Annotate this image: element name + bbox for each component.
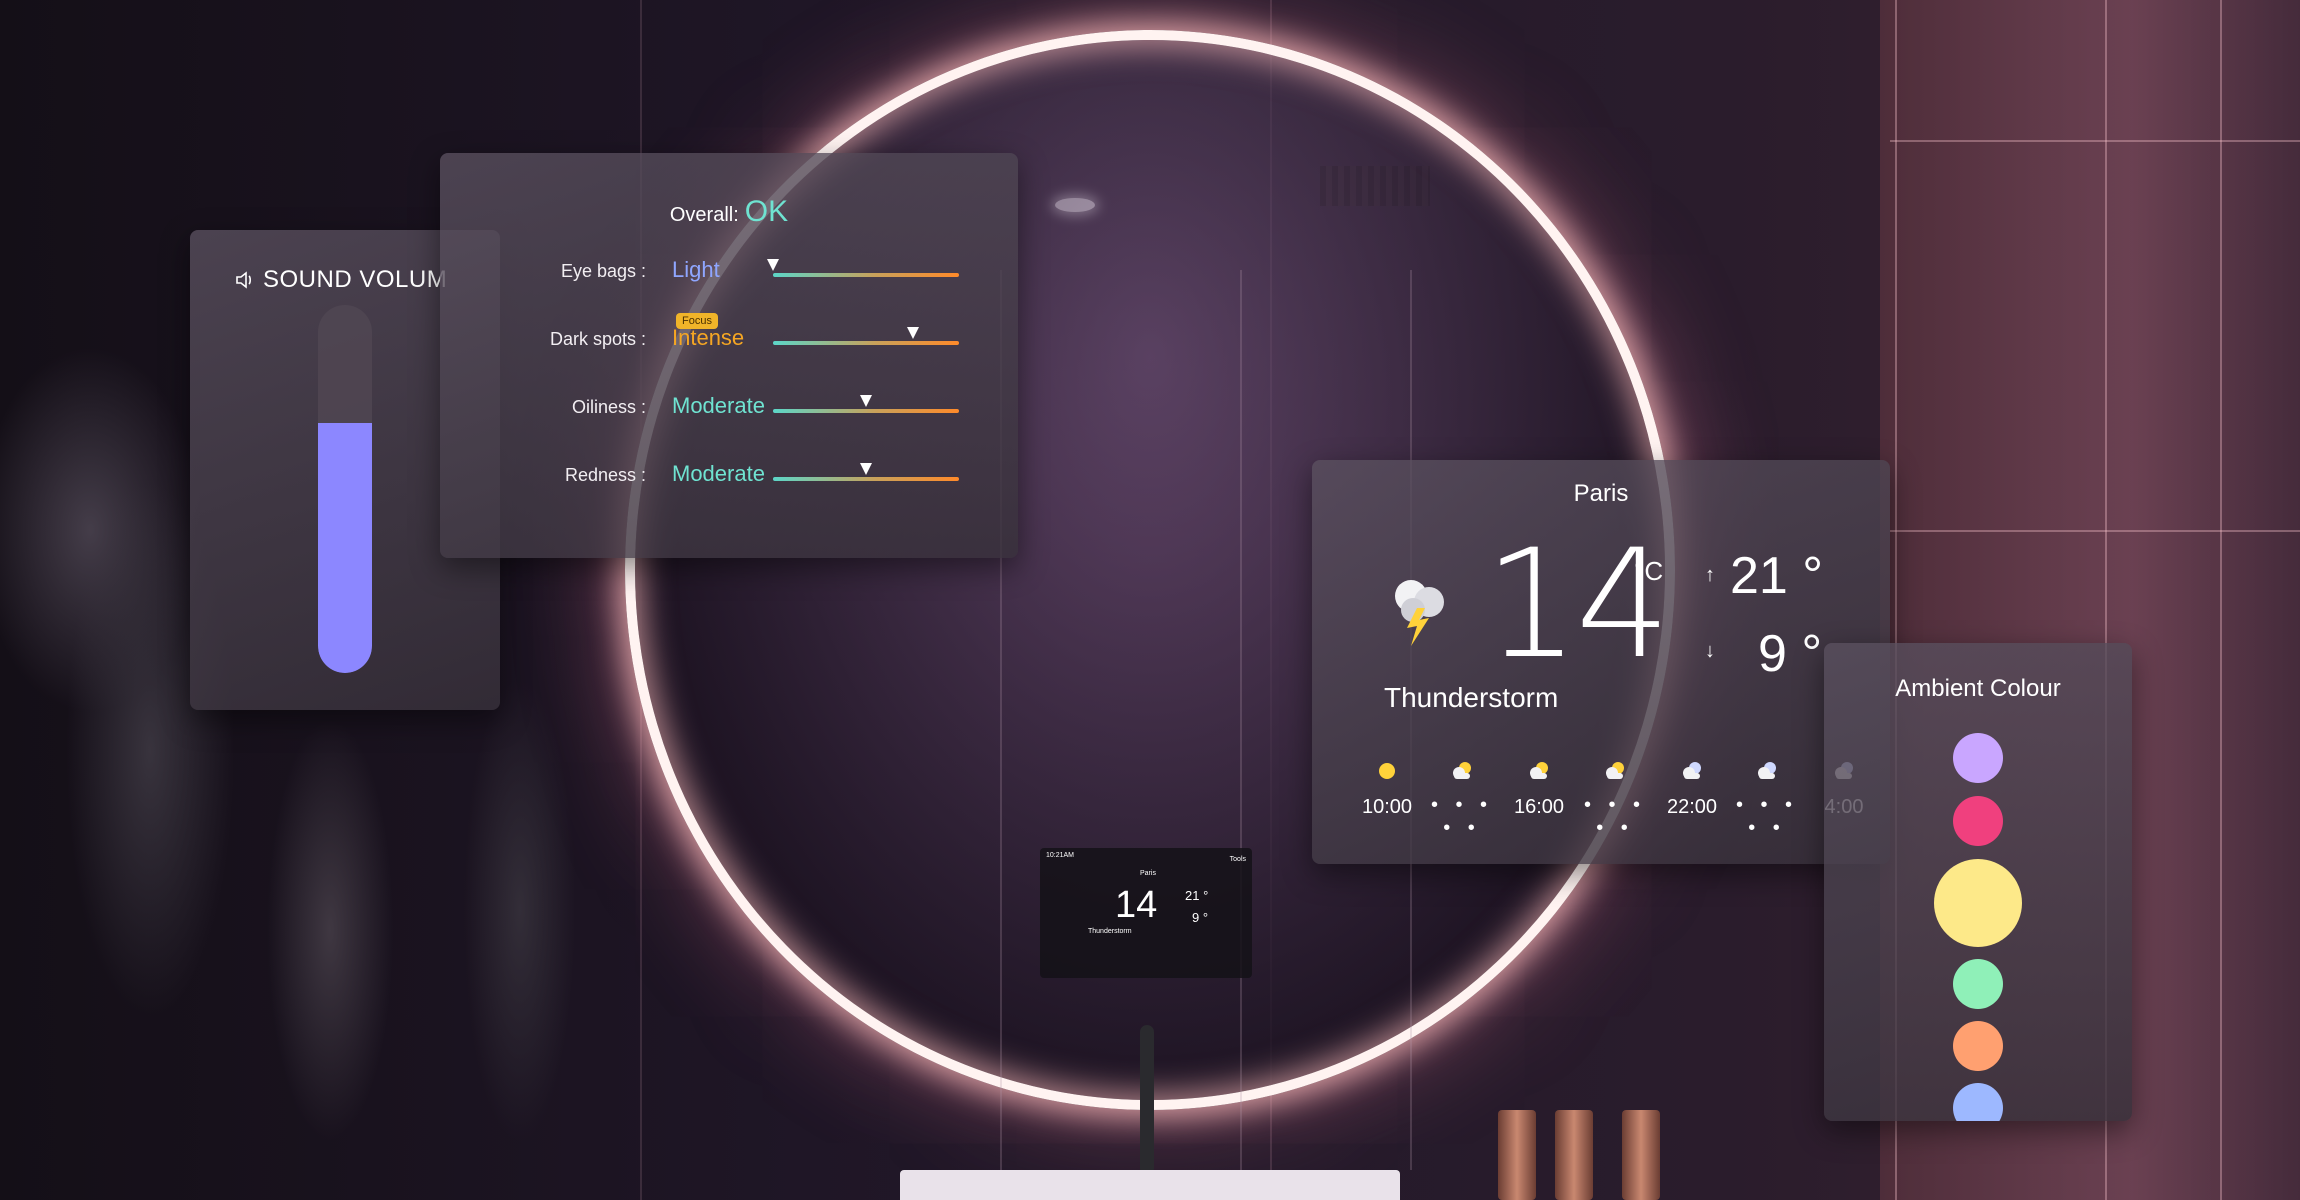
tile-line (2220, 0, 2222, 1200)
arrow-up-icon: ↑ (1705, 564, 1715, 586)
thunderstorm-icon (1387, 570, 1457, 650)
low-temperature: 9 ° (1758, 625, 1823, 683)
focus-badge: Focus (676, 313, 718, 329)
weather-panel: Paris 14 °C ↑ 21 ° ↓ 9 ° Thunderstorm 10… (1312, 460, 1890, 864)
hourly-forecast: 10:00 • • • • • 16:00 • • • • • 22:00 • • • •… (1347, 760, 1863, 840)
metric-scale-bar (767, 259, 959, 277)
bottle (1498, 1110, 1536, 1200)
metric-marker (860, 463, 872, 475)
bottle (1555, 1110, 1593, 1200)
colour-swatch-pink[interactable] (1953, 796, 2003, 846)
colour-swatch-peach[interactable] (1953, 1021, 2003, 1071)
metric-value: Moderate (672, 461, 765, 486)
metric-value: Moderate (672, 393, 765, 418)
sun-icon (1375, 760, 1399, 782)
forecast-separator: • • • • • (1735, 794, 1799, 839)
skin-metric-row: Redness : Moderate (440, 457, 1018, 497)
metric-marker (860, 395, 872, 407)
forecast-separator: • • • • • (1583, 794, 1647, 839)
colour-swatch-lavender[interactable] (1953, 733, 2003, 783)
forecast-time: 10:00 (1361, 796, 1413, 818)
temperature-unit: °C (1634, 556, 1664, 586)
overall-status: Overall: OK (440, 195, 1018, 229)
skin-metric-row: Oiliness : Moderate (440, 389, 1018, 429)
weather-city: Paris (1573, 480, 1629, 507)
high-temperature: 21 ° (1730, 547, 1824, 605)
sound-volume-label: SOUND VOLUM (263, 266, 448, 293)
sound-volume-title: SOUND VOLUM (235, 266, 447, 297)
skin-analysis-panel: Overall: OK Eye bags : Light Dark spots : In… (440, 153, 1018, 558)
weather-condition: Thunderstorm (1384, 682, 1559, 713)
faucet (1140, 1025, 1154, 1175)
current-temperature: 14 (1484, 518, 1671, 692)
mini-temp: 14 (1115, 884, 1158, 926)
ambient-colour-panel: Ambient Colour (1824, 643, 2132, 1121)
tile-line (1890, 140, 2300, 142)
colour-swatch-blue[interactable] (1953, 1083, 2003, 1121)
skin-metric-row: Dark spots : Intense Focus (440, 313, 1018, 361)
mini-high: 21 ° (1185, 888, 1209, 903)
skin-metric-row: Eye bags : Light (440, 253, 1018, 293)
mini-city: Paris (1140, 870, 1156, 877)
mini-low: 9 ° (1192, 910, 1209, 925)
forecast-time: 22:00 (1666, 796, 1718, 818)
ambient-colour-title: Ambient Colour (1895, 675, 2061, 702)
overall-value: OK (744, 195, 789, 228)
metric-scale-bar (773, 463, 959, 481)
volume-slider[interactable] (318, 305, 372, 673)
colour-swatch-mint[interactable] (1953, 959, 2003, 1009)
overall-label: Overall: (669, 204, 739, 226)
sink (900, 1170, 1400, 1200)
cloudy-night-icon (1680, 760, 1704, 782)
mini-condition: Thunderstorm (1088, 928, 1132, 935)
arrow-down-icon: ↓ (1705, 640, 1715, 662)
metric-marker (767, 259, 779, 271)
metric-label: Eye bags : (560, 261, 646, 281)
mirror-reflection-line (1240, 270, 1242, 1170)
metric-value: Light (672, 257, 720, 282)
metric-label: Oiliness : (571, 397, 646, 417)
metric-marker (906, 327, 919, 339)
speaker-icon (235, 269, 255, 297)
partly-cloudy-icon (1527, 760, 1551, 782)
metric-scale-bar (773, 395, 959, 413)
mini-time: 10:21AM (1046, 852, 1075, 859)
forecast-time: 16:00 (1513, 796, 1565, 818)
tile-line (1890, 530, 2300, 532)
colour-swatch-yellow[interactable] (1934, 859, 2022, 947)
metric-label: Dark spots : (549, 329, 646, 349)
mirror-display-preview: 10:21AM Tools Paris 14 21 ° 9 ° Thunders… (1040, 848, 1252, 978)
partly-cloudy-icon (1450, 760, 1474, 782)
partly-cloudy-icon (1603, 760, 1627, 782)
forecast-separator: • • • • • (1430, 794, 1494, 839)
volume-level (318, 422, 372, 673)
mini-tools: Tools (1229, 856, 1246, 863)
metric-label: Redness : (564, 465, 646, 485)
metric-scale-bar (773, 327, 959, 345)
bottle (1622, 1110, 1660, 1200)
cloudy-night-icon (1755, 760, 1779, 782)
